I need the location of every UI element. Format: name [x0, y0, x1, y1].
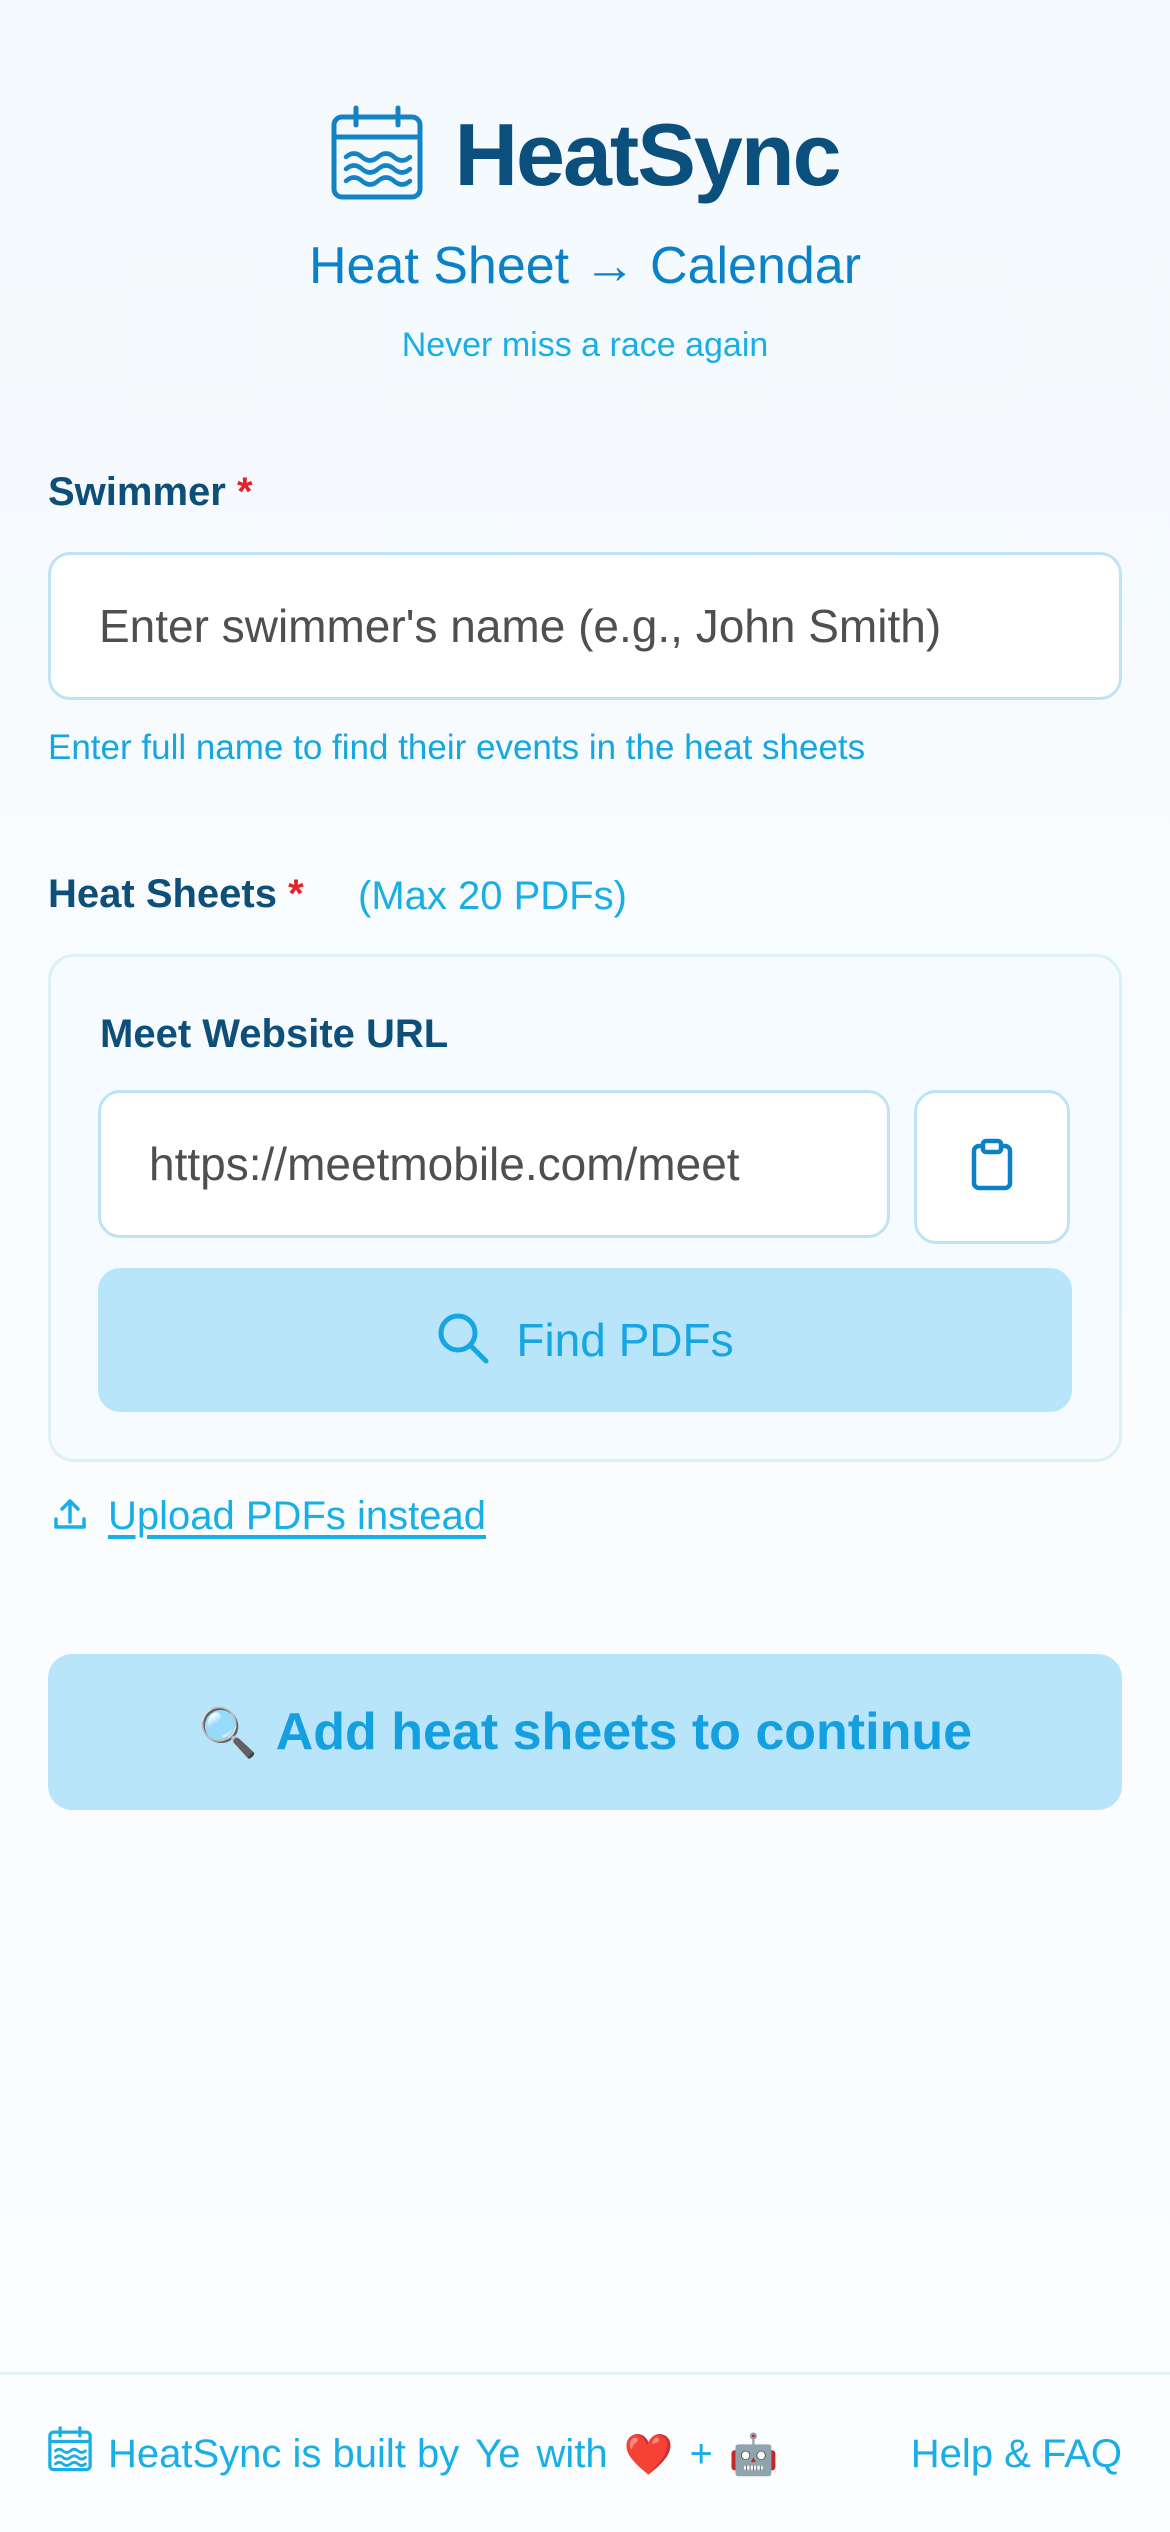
author-link[interactable]: Ye: [475, 2432, 520, 2477]
clipboard-icon: [970, 1138, 1014, 1197]
plus-text: +: [689, 2431, 713, 2476]
help-faq-link[interactable]: Help & FAQ: [911, 2424, 1122, 2484]
continue-button[interactable]: 🔍 Add heat sheets to continue: [48, 1654, 1122, 1810]
brand-header: HeatSync: [0, 100, 1170, 210]
calendar-waves-icon: [48, 2426, 92, 2482]
heart-icon: ❤️: [623, 2432, 674, 2477]
required-mark: *: [236, 470, 253, 514]
with-text: with: [536, 2431, 608, 2476]
robot-icon: 🤖: [728, 2432, 779, 2477]
find-pdfs-button[interactable]: Find PDFs: [98, 1268, 1072, 1412]
max-pdfs-note: (Max 20 PDFs): [358, 874, 627, 918]
upload-icon: [52, 1496, 88, 1537]
footer-credits: HeatSync is built by Ye with ❤️ + 🤖: [48, 2424, 779, 2484]
upload-pdfs-link[interactable]: Upload PDFs instead: [52, 1494, 486, 1539]
heat-sheets-label: Heat Sheets *: [48, 872, 304, 917]
magnifier-emoji-icon: 🔍: [197, 1706, 258, 1760]
footer-divider: [0, 2372, 1170, 2375]
upload-pdfs-label: Upload PDFs instead: [108, 1494, 486, 1538]
swimmer-label: Swimmer *: [48, 470, 253, 515]
meet-url-input[interactable]: [98, 1090, 890, 1238]
continue-button-label: Add heat sheets to continue: [275, 1703, 973, 1761]
swimmer-name-input[interactable]: [48, 552, 1122, 700]
paste-url-button[interactable]: [914, 1090, 1070, 1244]
calendar-waves-icon: [330, 105, 424, 206]
brand-name: HeatSync: [454, 105, 841, 204]
subtagline: Never miss a race again: [401, 326, 769, 364]
heat-sheets-label-text: Heat Sheets: [48, 872, 277, 916]
swimmer-hint: Enter full name to find their events in …: [48, 728, 866, 767]
required-mark: *: [288, 872, 304, 916]
search-icon: [436, 1311, 490, 1370]
find-pdfs-label: Find PDFs: [516, 1314, 734, 1366]
meet-url-label: Meet Website URL: [100, 1012, 449, 1056]
built-by-text: HeatSync is built by: [108, 2431, 460, 2476]
swimmer-label-text: Swimmer: [48, 470, 226, 514]
tagline: Heat Sheet → Calendar: [308, 237, 862, 295]
